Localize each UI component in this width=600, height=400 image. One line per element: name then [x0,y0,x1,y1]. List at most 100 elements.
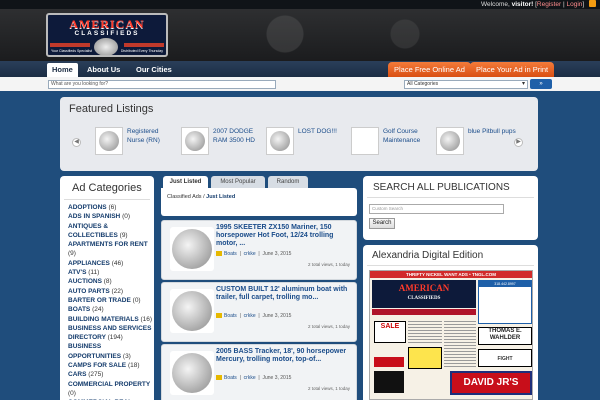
coin-icon [270,131,290,151]
category-name[interactable]: Building Materials [68,316,139,323]
listing-title[interactable]: 2005 BASS Tracker, 18', 90 horsepower Me… [216,348,356,364]
listing-thumbnail[interactable] [95,127,123,155]
newspaper-cover-image[interactable]: THRIFTY NICKEL WANT ADS • TNGL.COM AMERI… [369,270,533,400]
register-link[interactable]: Register [537,1,561,8]
bracket-close: ] [582,1,585,8]
category-name[interactable]: Commercial Property [68,381,150,388]
listing-user[interactable]: crkke [244,313,256,319]
category-name[interactable]: Barter or Trade [68,297,131,304]
listing-title[interactable]: CUSTOM BUILT 12' aluminum boat with trai… [216,286,356,302]
featured-item-label[interactable]: LOST DOG!!! [298,127,348,136]
nav-our-cities[interactable]: Our Cities [131,63,177,77]
listing-thumbnail[interactable] [170,351,214,395]
listing-thumbnail[interactable] [351,127,379,155]
category-name[interactable]: Adoptions [68,204,107,211]
custom-search-input[interactable]: Custom Search [369,204,504,214]
category-name[interactable]: Business Opportunities [68,343,121,359]
breadcrumb-root[interactable]: Classified Ads [167,194,202,200]
featured-item-label[interactable]: Golf Course Maintenance [383,127,433,145]
listing-card[interactable]: 2005 BASS Tracker, 18', 90 horsepower Me… [161,344,357,400]
category-item[interactable]: Cars (275) [68,370,154,379]
tab-just-listed[interactable]: Just Listed [163,176,208,188]
category-item[interactable]: Ads in Spanish (0) [68,212,154,221]
category-item[interactable]: ATV'S (11) [68,268,154,277]
tab-most-popular[interactable]: Most Popular [211,176,265,188]
category-item[interactable]: Auto Parts (22) [68,287,154,296]
category-name[interactable]: Camps for Sale [68,362,126,369]
place-free-ad-button[interactable]: Place Free Online Ad [388,62,471,77]
custom-search-placeholder: Custom Search [372,206,404,211]
nav-about-us[interactable]: About Us [82,63,125,77]
category-select[interactable]: All Categories [404,80,528,89]
listing-category[interactable]: Boats [224,251,237,257]
ad-categories: Ad Categories Adoptions (6) Ads in Spanis… [60,176,154,400]
categories-title: Ad Categories [64,176,150,200]
category-item[interactable]: Business and Services Directory (194) [68,324,154,343]
category-name[interactable]: Appliances [68,260,110,267]
digital-edition-title: Alexandria Digital Edition [367,245,534,266]
category-name[interactable]: Apartments for Rent [68,241,148,248]
category-item[interactable]: Apartments for Rent (9) [68,240,154,259]
tab-random[interactable]: Random [268,176,308,188]
category-item[interactable]: Barter or Trade (0) [68,296,154,305]
listing-date: June 3, 2015 [262,375,292,381]
featured-item[interactable]: Golf Course Maintenance [351,127,431,157]
category-item[interactable]: Adoptions (6) [68,203,154,212]
category-item[interactable]: Commercial Property (0) [68,380,154,399]
category-name[interactable]: Auctions [68,278,102,285]
place-print-ad-button[interactable]: Place Your Ad in Print [470,62,555,77]
featured-item[interactable]: blue Pitbull pups [436,127,516,157]
listing-thumbnail[interactable] [170,289,214,333]
paper-header: THRIFTY NICKEL WANT ADS • TNGL.COM [370,271,532,278]
username: visitor! [511,1,534,8]
listing-card[interactable]: CUSTOM BUILT 12' aluminum boat with trai… [161,282,357,342]
featured-item[interactable]: Registered Nurse (RN) [95,127,175,157]
category-item[interactable]: Auctions (8) [68,277,154,286]
listing-user[interactable]: crkke [244,375,256,381]
listing-thumbnail[interactable] [266,127,294,155]
category-name[interactable]: Boats [68,306,90,313]
listing-user[interactable]: crkke [244,251,256,257]
category-name[interactable]: ATV'S [68,269,86,276]
category-name[interactable]: Cars [68,371,86,378]
listing-thumbnail[interactable] [181,127,209,155]
category-item[interactable]: Antiques & Collectibles (9) [68,222,154,241]
listing-category[interactable]: Boats [224,375,237,381]
listing-title[interactable]: 1995 SKEETER ZX150 Mariner, 150 horsepow… [216,224,356,248]
listing-category[interactable]: Boats [224,313,237,319]
category-name[interactable]: Auto Parts [68,288,110,295]
site-logo[interactable]: AMERICAN CLASSIFIEDS Your Classifieds Sp… [46,13,168,57]
search-button[interactable]: Search [369,218,395,229]
category-count: (11) [88,269,100,277]
category-name[interactable]: Antiques & Collectibles [68,223,118,239]
search-input[interactable]: What are you looking for? [48,80,276,89]
listing-thumbnail[interactable] [170,227,214,271]
paper-ad-fight: FIGHT [478,349,532,367]
category-count: (16) [140,315,153,323]
featured-item-label[interactable]: blue Pitbull pups [468,127,518,136]
folder-icon [216,375,222,380]
listing-date: June 3, 2015 [262,251,292,257]
category-count: (9) [119,231,128,239]
category-item[interactable]: Appliances (46) [68,259,154,268]
listing-card[interactable]: 1995 SKEETER ZX150 Mariner, 150 horsepow… [161,220,357,280]
login-link[interactable]: Login [566,1,582,8]
coin-icon [99,131,119,151]
featured-item-label[interactable]: Registered Nurse (RN) [127,127,177,145]
rss-icon[interactable] [589,0,596,7]
listing-thumbnail[interactable] [436,127,464,155]
search-go-button[interactable]: » [530,79,552,89]
category-item[interactable]: Camps for Sale (18) [68,361,154,370]
chevron-left-icon[interactable]: ◀ [72,138,81,147]
category-item[interactable]: Boats (24) [68,305,154,314]
category-item[interactable]: Business Opportunities (3) [68,342,154,361]
featured-item[interactable]: 2007 DODGE RAM 3500 HD [181,127,261,157]
featured-item-label[interactable]: 2007 DODGE RAM 3500 HD [213,127,263,145]
category-item[interactable]: Building Materials (16) [68,315,154,324]
featured-item[interactable]: LOST DOG!!! [266,127,346,157]
nav-home[interactable]: Home [47,63,78,77]
folder-icon [216,251,222,256]
paper-ad-thomas: THOMAS E. WAHLDER [478,327,532,345]
paper-text-column [408,319,442,345]
category-name[interactable]: Ads in Spanish [68,213,120,220]
